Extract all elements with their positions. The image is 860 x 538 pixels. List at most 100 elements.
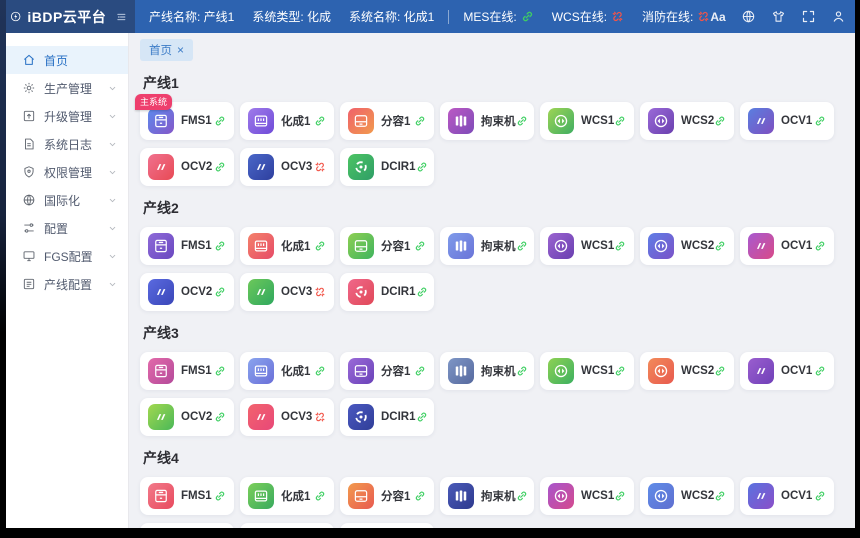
system-card-label: 拘束机 bbox=[481, 113, 516, 129]
main-panel: 首页 × 产线1主系统FMS1化成1分容1拘束机WCS1WCS2OCV1OCV2… bbox=[129, 33, 855, 528]
system-card[interactable]: 拘束机 bbox=[440, 227, 534, 265]
system-card[interactable]: 拘束机 bbox=[440, 102, 534, 140]
system-card[interactable]: OCV2 bbox=[140, 273, 234, 311]
dashboard-content: 产线1主系统FMS1化成1分容1拘束机WCS1WCS2OCV1OCV2OCV3D… bbox=[129, 61, 855, 528]
system-card[interactable]: OCV1 bbox=[740, 477, 834, 515]
system-card[interactable]: OCV2 bbox=[140, 398, 234, 436]
tab-bar: 首页 × bbox=[129, 33, 855, 61]
system-card[interactable]: 化成1 bbox=[240, 102, 334, 140]
system-card[interactable]: OCV3 bbox=[240, 273, 334, 311]
broken-link-icon bbox=[314, 161, 326, 173]
system-card[interactable]: FMS1 bbox=[140, 352, 234, 390]
system-card[interactable]: DCIR1 bbox=[340, 148, 434, 186]
system-card[interactable]: WCS2 bbox=[640, 102, 734, 140]
sidebar-item-label: 配置 bbox=[44, 220, 107, 237]
sidebar-item-home[interactable]: 首页 bbox=[0, 46, 128, 74]
system-card[interactable]: WCS1 bbox=[540, 227, 634, 265]
section-title: 产线4 bbox=[143, 448, 843, 468]
fullscreen-icon[interactable] bbox=[801, 9, 816, 24]
system-card[interactable]: WCS1 bbox=[540, 102, 634, 140]
system-card[interactable]: 主系统FMS1 bbox=[140, 102, 234, 140]
link-icon bbox=[516, 115, 528, 127]
sidebar-item-label: FGS配置 bbox=[44, 248, 107, 265]
wcs-icon bbox=[548, 483, 574, 509]
system-card[interactable]: WCS2 bbox=[640, 352, 734, 390]
system-card[interactable]: FMS1 bbox=[140, 477, 234, 515]
sidebar-item-label: 产线配置 bbox=[44, 276, 107, 293]
menu-collapse-icon[interactable] bbox=[116, 9, 127, 25]
system-card[interactable]: 分容1 bbox=[340, 352, 434, 390]
system-card-label: 分容1 bbox=[381, 113, 410, 129]
system-card-label: DCIR1 bbox=[381, 411, 416, 423]
link-icon bbox=[714, 240, 726, 252]
system-card[interactable]: 化成1 bbox=[240, 477, 334, 515]
sidebar-item-config[interactable]: 配置 bbox=[0, 214, 128, 242]
ocv-icon bbox=[248, 279, 274, 305]
system-card-label: FMS1 bbox=[181, 490, 212, 502]
sidebar-item-label: 首页 bbox=[44, 52, 118, 69]
system-card[interactable]: WCS1 bbox=[540, 477, 634, 515]
font-size-icon[interactable]: Aa bbox=[710, 10, 725, 24]
system-card-label: 分容1 bbox=[381, 488, 410, 504]
production-icon bbox=[22, 81, 36, 95]
system-card[interactable]: 拘束机 bbox=[440, 352, 534, 390]
sidebar-item-log[interactable]: 系统日志 bbox=[0, 130, 128, 158]
system-card[interactable]: OCV2 bbox=[140, 148, 234, 186]
system-card[interactable]: 化成1 bbox=[240, 227, 334, 265]
user-icon[interactable] bbox=[831, 9, 846, 24]
chevron-down-icon bbox=[107, 223, 118, 234]
line-info-item: 系统名称: 化成1 bbox=[349, 8, 434, 25]
sidebar-item-label: 生产管理 bbox=[44, 80, 107, 97]
chevron-down-icon bbox=[107, 195, 118, 206]
system-card[interactable]: OCV1 bbox=[740, 227, 834, 265]
system-card[interactable]: FMS1 bbox=[140, 227, 234, 265]
system-card[interactable]: OCV3 bbox=[240, 398, 334, 436]
dcir-icon bbox=[348, 154, 374, 180]
system-card[interactable]: 分容1 bbox=[340, 227, 434, 265]
sidebar-item-upgrade[interactable]: 升级管理 bbox=[0, 102, 128, 130]
fms-icon bbox=[148, 108, 174, 134]
sidebar-item-production[interactable]: 生产管理 bbox=[0, 74, 128, 102]
wcs-icon bbox=[648, 233, 674, 259]
link-icon bbox=[416, 161, 428, 173]
system-card[interactable]: DCIR1 bbox=[340, 273, 434, 311]
section-title: 产线1 bbox=[143, 73, 843, 93]
ocv-icon bbox=[248, 404, 274, 430]
system-card[interactable]: OCV1 bbox=[740, 352, 834, 390]
link-icon bbox=[314, 490, 326, 502]
sidebar-item-lineconfig[interactable]: 产线配置 bbox=[0, 270, 128, 298]
ocv-icon bbox=[148, 154, 174, 180]
theme-shirt-icon[interactable] bbox=[771, 9, 786, 24]
system-card[interactable]: DCIR1 bbox=[340, 398, 434, 436]
link-icon bbox=[714, 490, 726, 502]
system-card-label: WCS1 bbox=[581, 240, 614, 252]
permission-icon bbox=[22, 165, 36, 179]
system-card[interactable]: OCV1 bbox=[740, 102, 834, 140]
sidebar-item-permission[interactable]: 权限管理 bbox=[0, 158, 128, 186]
link-icon bbox=[414, 115, 426, 127]
top-bar-main: 产线名称: 产线1系统类型: 化成系统名称: 化成1 MES在线:WCS在线:消… bbox=[135, 0, 858, 33]
link-icon bbox=[614, 115, 626, 127]
system-card[interactable]: WCS1 bbox=[540, 352, 634, 390]
system-card[interactable]: WCS2 bbox=[640, 477, 734, 515]
tab-close-icon[interactable]: × bbox=[177, 44, 184, 56]
link-icon bbox=[214, 365, 226, 377]
line-info-item: 系统类型: 化成 bbox=[252, 8, 331, 25]
tab-home[interactable]: 首页 × bbox=[140, 39, 193, 61]
system-card-label: OCV2 bbox=[181, 161, 212, 173]
home-icon bbox=[22, 53, 36, 67]
system-card[interactable]: 分容1 bbox=[340, 102, 434, 140]
system-card[interactable]: OCV3 bbox=[240, 148, 334, 186]
sidebar-item-monitor[interactable]: FGS配置 bbox=[0, 242, 128, 270]
sidebar-item-label: 国际化 bbox=[44, 192, 107, 209]
link-icon bbox=[814, 490, 826, 502]
system-card[interactable]: 拘束机 bbox=[440, 477, 534, 515]
language-globe-icon[interactable] bbox=[741, 9, 756, 24]
system-card[interactable]: 化成1 bbox=[240, 352, 334, 390]
sidebar-item-globe[interactable]: 国际化 bbox=[0, 186, 128, 214]
system-card-label: 化成1 bbox=[281, 488, 310, 504]
link-icon bbox=[521, 10, 534, 23]
link-icon bbox=[416, 286, 428, 298]
system-card[interactable]: 分容1 bbox=[340, 477, 434, 515]
system-card[interactable]: WCS2 bbox=[640, 227, 734, 265]
